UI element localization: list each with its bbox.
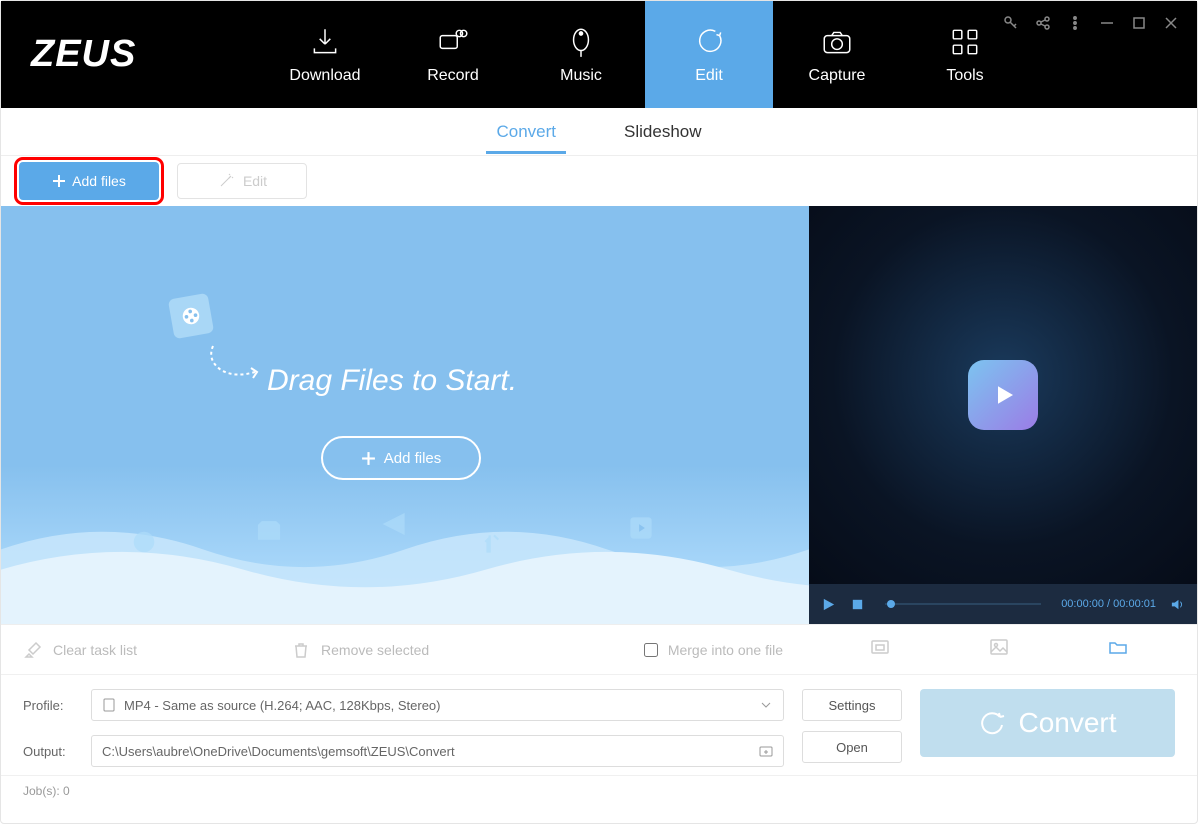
subtabs: Convert Slideshow: [1, 108, 1197, 156]
nav-label: Record: [427, 67, 479, 85]
edit-button[interactable]: Edit: [177, 163, 307, 199]
snapshot-icon[interactable]: [869, 636, 891, 663]
preview-play-logo: [968, 360, 1038, 430]
minimize-icon[interactable]: [1099, 15, 1115, 31]
window-controls: [1003, 15, 1179, 31]
nav-label: Download: [289, 67, 360, 85]
drop-text: Drag Files to Start.: [267, 364, 517, 398]
wave-decoration: [1, 509, 809, 624]
arrow-icon: [201, 342, 271, 393]
nav-download[interactable]: Download: [261, 1, 389, 108]
open-button[interactable]: Open: [802, 731, 902, 763]
tools-icon: [948, 25, 982, 59]
output-value: C:\Users\aubre\OneDrive\Documents\gemsof…: [102, 744, 455, 759]
image-icon[interactable]: [988, 636, 1010, 663]
tab-slideshow[interactable]: Slideshow: [620, 112, 706, 152]
share-icon[interactable]: [1035, 15, 1051, 31]
maximize-icon[interactable]: [1131, 15, 1147, 31]
status-bar: Job(s): 0: [1, 775, 1197, 805]
music-icon: [564, 25, 598, 59]
preview-controls: 00:00:00 / 00:00:01: [809, 584, 1197, 624]
convert-label: Convert: [1018, 707, 1116, 739]
settings-button[interactable]: Settings: [802, 689, 902, 721]
plus-icon: [361, 451, 376, 466]
output-label: Output:: [23, 744, 77, 759]
preview-canvas: [809, 206, 1197, 584]
stop-icon[interactable]: [850, 597, 865, 612]
app-logo: ZEUS: [1, 33, 261, 76]
clear-task-list[interactable]: Clear task list: [1, 640, 159, 660]
close-icon[interactable]: [1163, 15, 1179, 31]
config-panel: Profile: MP4 - Same as source (H.264; AA…: [1, 674, 1197, 775]
nav-capture[interactable]: Capture: [773, 1, 901, 108]
browse-icon[interactable]: [759, 744, 773, 758]
broom-icon: [23, 640, 43, 660]
wand-icon: [217, 172, 235, 190]
add-files-center-button[interactable]: Add files: [321, 436, 481, 480]
refresh-icon: [978, 709, 1006, 737]
drop-zone[interactable]: Drag Files to Start. Add files: [1, 206, 809, 624]
nav-label: Capture: [809, 67, 866, 85]
preview-panel: 00:00:00 / 00:00:01: [809, 206, 1197, 624]
volume-icon[interactable]: [1170, 597, 1185, 612]
merge-checkbox[interactable]: [644, 643, 658, 657]
edit-label: Edit: [243, 173, 267, 189]
trash-icon: [291, 640, 311, 660]
nav-music[interactable]: Music: [517, 1, 645, 108]
merge-into-one[interactable]: Merge into one file: [622, 642, 801, 658]
add-files-button[interactable]: Add files: [19, 162, 159, 200]
profile-label: Profile:: [23, 698, 77, 713]
main-nav: Download Record Music Edit Capture Tools: [261, 1, 1029, 108]
main-area: Drag Files to Start. Add files: [1, 206, 1197, 624]
key-icon[interactable]: [1003, 15, 1019, 31]
header: ZEUS Download Record Music Edit Capture: [1, 1, 1197, 108]
convert-button[interactable]: Convert: [920, 689, 1175, 757]
chevron-down-icon[interactable]: [759, 698, 773, 712]
progress-slider[interactable]: [885, 603, 1041, 605]
nav-label: Music: [560, 67, 602, 85]
tab-convert[interactable]: Convert: [492, 112, 560, 152]
nav-edit[interactable]: Edit: [645, 1, 773, 108]
remove-selected[interactable]: Remove selected: [269, 640, 451, 660]
output-path-field[interactable]: C:\Users\aubre\OneDrive\Documents\gemsof…: [91, 735, 784, 767]
folder-icon[interactable]: [1107, 636, 1129, 663]
drop-hero: [171, 296, 211, 336]
profile-value: MP4 - Same as source (H.264; AAC, 128Kbp…: [124, 698, 440, 713]
play-icon[interactable]: [821, 597, 836, 612]
more-icon[interactable]: [1067, 15, 1083, 31]
options-row: Clear task list Remove selected Merge in…: [1, 624, 1197, 674]
toolbar: Add files Edit: [1, 156, 1197, 206]
app-window: ZEUS Download Record Music Edit Capture: [0, 0, 1198, 824]
nav-label: Edit: [695, 67, 723, 85]
time-display: 00:00:00 / 00:00:01: [1061, 598, 1156, 610]
add-files-center-label: Add files: [384, 450, 442, 467]
add-files-label: Add files: [72, 173, 126, 189]
edit-icon: [692, 25, 726, 59]
download-icon: [308, 25, 342, 59]
nav-label: Tools: [946, 67, 983, 85]
file-icon: [102, 698, 116, 712]
jobs-count: Job(s): 0: [23, 784, 70, 798]
plus-icon: [52, 174, 66, 188]
nav-record[interactable]: Record: [389, 1, 517, 108]
film-badge-icon: [168, 293, 214, 339]
record-icon: [436, 25, 470, 59]
profile-select[interactable]: MP4 - Same as source (H.264; AAC, 128Kbp…: [91, 689, 784, 721]
capture-icon: [820, 25, 854, 59]
